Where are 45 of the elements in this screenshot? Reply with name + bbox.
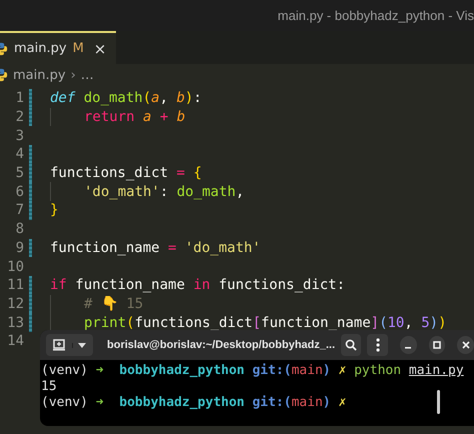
- code-line: if function_name in functions_dict:: [50, 277, 346, 294]
- line-number: 9: [14, 240, 24, 256]
- line-number: 4: [14, 146, 24, 162]
- maximize-button[interactable]: [428, 336, 446, 354]
- maximize-icon: [432, 341, 441, 349]
- close-icon: [462, 341, 470, 349]
- line-number: 13: [6, 314, 24, 331]
- line-number: 14: [6, 333, 24, 350]
- line-number: 6: [14, 184, 24, 200]
- line-number: 7: [14, 202, 24, 218]
- editor-tab[interactable]: main.py M ×: [0, 31, 116, 64]
- terminal-line: (venv) ➜ bobbyhadz_python git:(main) ✗ python main.py: [41, 363, 464, 379]
- code-line: functions_dict = {: [50, 165, 202, 182]
- search-icon: [345, 339, 358, 351]
- code-line: def do_math(a, b):: [50, 90, 202, 106]
- code-line: }: [50, 202, 58, 218]
- window-title: main.py - bobbyhadz_python - Vis: [278, 8, 474, 23]
- code-line: # 👇 15: [84, 295, 144, 312]
- code-line: 'do_math': do_math,: [84, 184, 244, 200]
- new-tab-button[interactable]: [46, 334, 93, 356]
- code-line: function_name = 'do_math': [50, 240, 261, 256]
- breadcrumb-item[interactable]: main.py: [13, 68, 66, 82]
- scrollbar[interactable]: [437, 390, 440, 414]
- line-number: 5: [14, 165, 24, 182]
- terminal-title: borislav@borislav:~/Desktop/bobbyhadz_...: [107, 339, 336, 351]
- menu-icon: [376, 338, 380, 352]
- line-number: 3: [14, 128, 24, 144]
- minimize-button[interactable]: [400, 336, 417, 354]
- search-button[interactable]: [341, 334, 362, 356]
- line-number: 8: [14, 221, 24, 238]
- terminal-line: (venv) ➜ bobbyhadz_python git:(main) ✗: [41, 395, 346, 411]
- line-number: 10: [6, 258, 24, 275]
- breadcrumb-item[interactable]: …: [80, 68, 94, 82]
- caret-icon[interactable]: [72, 342, 86, 348]
- line-number: 2: [14, 109, 24, 126]
- menu-button[interactable]: [367, 334, 388, 356]
- line-number: 11: [6, 277, 24, 294]
- new-tab-icon: [53, 339, 65, 351]
- breadcrumb-separator: ›: [70, 68, 76, 82]
- terminal-line: 15: [41, 379, 57, 395]
- line-number: 12: [6, 296, 24, 312]
- code-line: return a + b: [84, 109, 186, 126]
- close-button[interactable]: [457, 336, 474, 354]
- code-line: print(functions_dict[function_name](10, 5)): [84, 314, 447, 331]
- line-number: 1: [14, 90, 24, 106]
